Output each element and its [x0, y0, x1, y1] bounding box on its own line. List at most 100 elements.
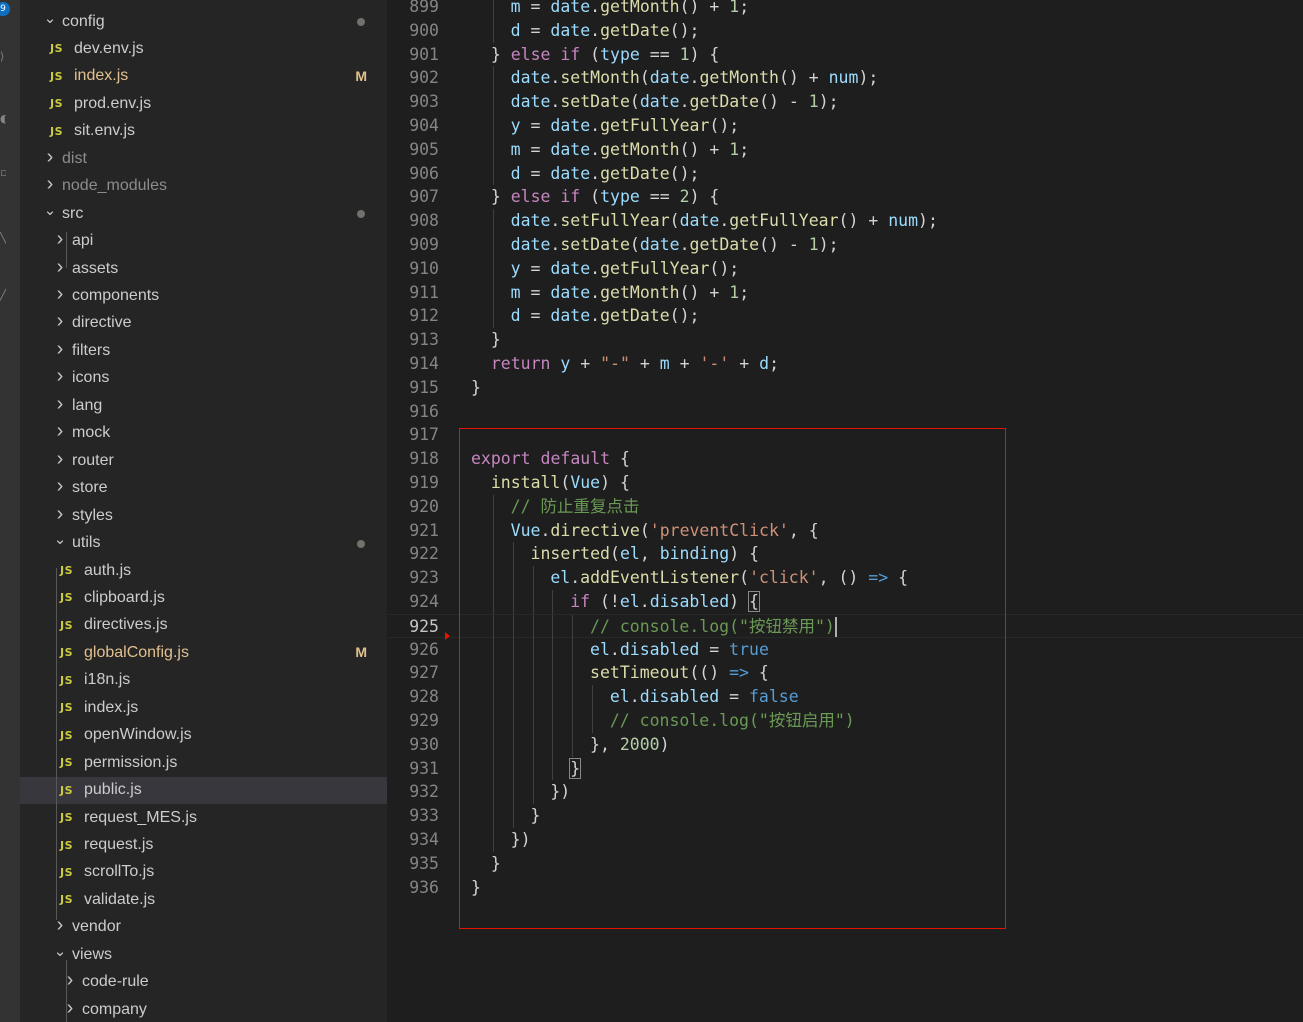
chevron-right-icon[interactable]: ›: [50, 448, 70, 471]
code-line[interactable]: 914 return y + "-" + m + '-' + d;: [387, 352, 1303, 376]
file-item[interactable]: JS auth.js: [20, 557, 387, 584]
code-line[interactable]: 925 // console.log("按钮禁用"): [387, 613, 1303, 639]
file-item[interactable]: JS directives.js: [20, 612, 387, 639]
folder-item[interactable]: › router: [20, 447, 387, 474]
chevron-down-icon[interactable]: ⌄: [40, 9, 60, 27]
chevron-right-icon[interactable]: ›: [60, 969, 80, 992]
file-item[interactable]: JS sit.env.js: [20, 118, 387, 145]
code-line[interactable]: 899 m = date.getMonth() + 1;: [387, 0, 1303, 19]
folder-item[interactable]: › lang: [20, 392, 387, 419]
code-line[interactable]: 919 install(Vue) {: [387, 471, 1303, 495]
file-item[interactable]: JS public.js: [20, 776, 387, 804]
code-line[interactable]: 913}: [387, 328, 1303, 352]
file-item[interactable]: JS prod.env.js: [20, 90, 387, 117]
code-line[interactable]: 900 d = date.getDate();: [387, 18, 1303, 43]
code-line[interactable]: 918 export default {: [387, 447, 1303, 471]
folder-item[interactable]: › api: [20, 228, 387, 255]
test-icon[interactable]: ╱: [0, 288, 6, 301]
chevron-right-icon[interactable]: ›: [40, 173, 60, 196]
code-line[interactable]: 903 date.setDate(date.getDate() - 1);: [387, 90, 1303, 114]
chevron-right-icon[interactable]: ›: [50, 256, 70, 279]
code-line[interactable]: 933}: [387, 804, 1303, 828]
chevron-right-icon[interactable]: ›: [50, 283, 70, 306]
chevron-down-icon[interactable]: ⌄: [50, 530, 70, 548]
folder-item[interactable]: › styles: [20, 502, 387, 529]
code-line[interactable]: 922 inserted(el, binding) {: [387, 542, 1303, 567]
code-line[interactable]: 902 date.setMonth(date.getMonth() + num);: [387, 66, 1303, 91]
code-line[interactable]: 932}): [387, 780, 1303, 805]
folder-item[interactable]: › components: [20, 283, 387, 310]
diff-deleted-marker[interactable]: [445, 632, 450, 640]
file-item[interactable]: JS validate.js: [20, 886, 387, 913]
folder-item[interactable]: ⌄ views: [20, 941, 387, 968]
code-line[interactable]: 901} else if (type == 1) {: [387, 43, 1303, 67]
folder-item[interactable]: ⌄ config: [20, 8, 387, 35]
folder-item[interactable]: › dist: [20, 145, 387, 172]
chevron-down-icon[interactable]: ⌄: [40, 201, 60, 219]
code-line[interactable]: 908 date.setFullYear(date.getFullYear() +…: [387, 209, 1303, 233]
chevron-right-icon[interactable]: ›: [50, 310, 70, 333]
code-line[interactable]: 907} else if (type == 2) {: [387, 185, 1303, 209]
code-line[interactable]: 909 date.setDate(date.getDate() - 1);: [387, 233, 1303, 257]
file-item[interactable]: JS request_MES.js: [20, 804, 387, 831]
folder-item[interactable]: ⌄ utils: [20, 530, 387, 557]
code-line[interactable]: 917: [387, 423, 1303, 447]
folder-item[interactable]: › icons: [20, 365, 387, 392]
code-line[interactable]: 936}: [387, 876, 1303, 900]
code-editor[interactable]: 899 m = date.getMonth() + 1; 900 d = date.g…: [387, 0, 1303, 1022]
file-item[interactable]: JS i18n.js: [20, 667, 387, 694]
code-line[interactable]: 921 Vue.directive('preventClick', {: [387, 518, 1303, 543]
folder-item[interactable]: › node_modules: [20, 173, 387, 200]
debug-icon[interactable]: ◐: [0, 112, 6, 125]
extensions-icon[interactable]: ▫: [0, 166, 6, 179]
code-line[interactable]: 926 el.disabled = true: [387, 637, 1303, 662]
code-line[interactable]: 905 m = date.getMonth() + 1;: [387, 137, 1303, 162]
code-line[interactable]: 912 d = date.getDate();: [387, 304, 1303, 329]
code-line[interactable]: 906 d = date.getDate();: [387, 161, 1303, 186]
code-line[interactable]: 935}: [387, 852, 1303, 876]
code-line[interactable]: 928 el.disabled = false: [387, 685, 1303, 709]
code-line[interactable]: 930}, 2000): [387, 732, 1303, 757]
chevron-right-icon[interactable]: ›: [50, 475, 70, 498]
chevron-right-icon[interactable]: ›: [40, 146, 60, 169]
folder-item[interactable]: › store: [20, 475, 387, 502]
code-line[interactable]: 927 setTimeout(() => {: [387, 661, 1303, 686]
code-line[interactable]: 910 y = date.getFullYear();: [387, 256, 1303, 281]
chevron-down-icon[interactable]: ⌄: [50, 942, 70, 960]
folder-item[interactable]: ⌄ src: [20, 200, 387, 227]
folder-item[interactable]: › code-rule: [20, 969, 387, 996]
code-line[interactable]: 923 el.addEventListener('click', () => {: [387, 566, 1303, 590]
folder-item[interactable]: › filters: [20, 337, 387, 364]
file-item[interactable]: JS request.js: [20, 832, 387, 859]
folder-item[interactable]: › directive: [20, 310, 387, 337]
notification-badge[interactable]: 9: [0, 2, 10, 16]
file-item[interactable]: JS scrollTo.js: [20, 859, 387, 886]
chevron-right-icon[interactable]: ›: [50, 393, 70, 416]
file-item[interactable]: JS dev.env.js: [20, 35, 387, 62]
code-line[interactable]: 911 m = date.getMonth() + 1;: [387, 280, 1303, 305]
remote-icon[interactable]: ╲: [0, 232, 6, 245]
folder-item[interactable]: › vendor: [20, 914, 387, 941]
code-line[interactable]: 934}): [387, 828, 1303, 852]
file-item[interactable]: JS index.js M: [20, 63, 387, 90]
file-item[interactable]: JS permission.js: [20, 749, 387, 776]
chevron-right-icon[interactable]: ›: [50, 914, 70, 937]
file-item[interactable]: JS clipboard.js: [20, 584, 387, 611]
source-control-icon[interactable]: ⟩: [0, 50, 6, 63]
chevron-right-icon[interactable]: ›: [50, 503, 70, 526]
folder-item[interactable]: › assets: [20, 255, 387, 282]
folder-item[interactable]: › company: [20, 996, 387, 1022]
code-line[interactable]: 931}: [387, 756, 1303, 781]
code-line[interactable]: 929 // console.log("按钮启用"): [387, 709, 1303, 733]
file-item[interactable]: JS index.js: [20, 694, 387, 721]
chevron-right-icon[interactable]: ›: [50, 365, 70, 388]
code-line[interactable]: 916: [387, 400, 1303, 424]
file-item[interactable]: JS openWindow.js: [20, 722, 387, 749]
code-line[interactable]: 920 // 防止重复点击: [387, 494, 1303, 519]
chevron-right-icon[interactable]: ›: [60, 997, 80, 1020]
code-line[interactable]: 904 y = date.getFullYear();: [387, 114, 1303, 138]
code-line[interactable]: 915}: [387, 376, 1303, 400]
chevron-right-icon[interactable]: ›: [50, 338, 70, 361]
code-line[interactable]: 924 if (!el.disabled) {: [387, 590, 1303, 614]
file-item[interactable]: JS globalConfig.js M: [20, 639, 387, 666]
